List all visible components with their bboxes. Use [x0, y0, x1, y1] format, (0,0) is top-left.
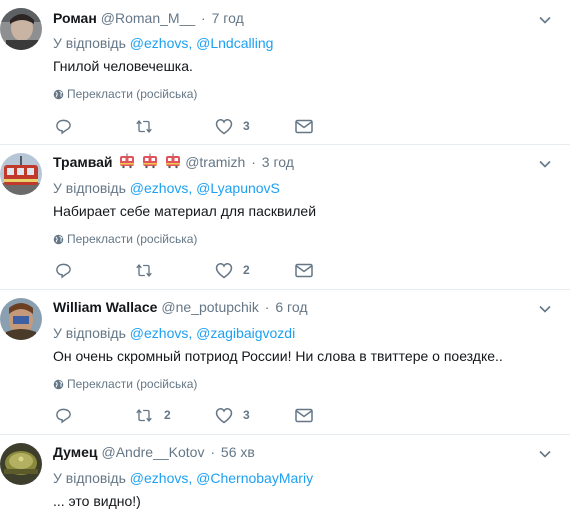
tweet-header: William Wallace @ne_potupchik · 6 год	[53, 298, 308, 316]
tweet-actions: 2 3	[53, 405, 353, 425]
globe-icon	[53, 234, 64, 245]
display-name[interactable]: William Wallace	[53, 299, 157, 315]
mention-separator: ,	[188, 325, 197, 341]
mention-link[interactable]: @LyapunovS	[196, 180, 280, 196]
tweet-text: ... это видно!)	[53, 493, 141, 509]
tweet-actions: 3	[53, 116, 353, 136]
reply-prefix: У відповідь	[53, 180, 126, 196]
timestamp[interactable]: 3 год	[262, 154, 294, 170]
mention-separator: ,	[188, 470, 197, 486]
retweet-button[interactable]	[134, 260, 164, 280]
like-count: 2	[243, 263, 250, 277]
retweet-icon	[136, 119, 152, 133]
tweet-header: Думец @Andre__Kotov · 56 хв	[53, 443, 255, 461]
separator-dot: ·	[247, 154, 260, 170]
tram-emoji-icon	[119, 153, 135, 173]
envelope-icon	[295, 119, 313, 133]
avatar[interactable]	[0, 153, 42, 195]
display-name[interactable]: Трамвай	[53, 154, 113, 170]
mention-link[interactable]: @zagibaigvozdi	[196, 325, 295, 341]
heart-icon	[215, 262, 233, 278]
reply-button[interactable]	[55, 116, 82, 136]
tweet[interactable]: Роман @Roman_M__ · 7 год У відповідь @ezh…	[0, 0, 570, 145]
heart-icon	[215, 407, 233, 423]
like-button[interactable]: 3	[215, 116, 250, 136]
retweet-button[interactable]	[134, 116, 164, 136]
translate-link[interactable]: Перекласти (російська)	[53, 232, 197, 246]
mention-link[interactable]: @ezhovs	[130, 470, 189, 486]
reply-icon	[56, 119, 71, 135]
display-name[interactable]: Роман	[53, 10, 97, 26]
timestamp[interactable]: 56 хв	[221, 444, 255, 460]
avatar[interactable]	[0, 443, 42, 485]
mention-link[interactable]: @ChernobayMariy	[196, 470, 313, 486]
mention-link[interactable]: @ezhovs	[130, 325, 189, 341]
timestamp[interactable]: 7 год	[212, 10, 244, 26]
translate-label: Перекласти (російська)	[67, 87, 198, 101]
retweet-count: 2	[164, 408, 171, 422]
mention-link[interactable]: @ezhovs	[130, 180, 189, 196]
mention-link[interactable]: @Lndcalling	[196, 35, 273, 51]
separator-dot: ·	[206, 444, 219, 460]
direct-message-button[interactable]	[295, 405, 313, 425]
reply-prefix: У відповідь	[53, 325, 126, 341]
reply-icon	[56, 263, 71, 279]
avatar[interactable]	[0, 8, 42, 50]
tweet[interactable]: Трамвай @tramizh · 3 год У відповідь @ez…	[0, 144, 570, 290]
reply-prefix: У відповідь	[53, 35, 126, 51]
reply-button[interactable]	[55, 405, 82, 425]
translate-link[interactable]: Перекласти (російська)	[53, 87, 197, 101]
tweet-header: Трамвай @tramizh · 3 год	[53, 153, 294, 173]
user-handle[interactable]: @Andre__Kotov	[102, 444, 205, 460]
tweet-text: Он очень скромный потриод России! Ни сло…	[53, 348, 503, 364]
globe-icon	[53, 379, 64, 390]
separator-dot: ·	[260, 299, 274, 315]
like-button[interactable]: 3	[215, 405, 250, 425]
tram-emoji-icon	[165, 153, 181, 173]
timestamp[interactable]: 6 год	[275, 299, 307, 315]
mention-link[interactable]: @ezhovs	[130, 35, 189, 51]
translate-label: Перекласти (російська)	[67, 377, 198, 391]
display-name[interactable]: Думец	[53, 444, 98, 460]
envelope-icon	[295, 408, 313, 422]
avatar[interactable]	[0, 298, 42, 340]
user-handle[interactable]: @tramizh	[185, 154, 245, 170]
translate-link[interactable]: Перекласти (російська)	[53, 377, 197, 391]
chevron-down-icon[interactable]	[538, 302, 552, 316]
reply-context: У відповідь @ezhovs, @LyapunovS	[53, 179, 280, 197]
like-count: 3	[243, 408, 250, 422]
globe-icon	[53, 89, 64, 100]
chevron-down-icon[interactable]	[538, 13, 552, 27]
retweet-button[interactable]: 2	[134, 405, 171, 425]
tweet-text: Гнилой человечешка.	[53, 58, 193, 74]
tram-emoji-icon	[142, 153, 158, 173]
user-handle[interactable]: @Roman_M__	[101, 10, 195, 26]
tweet-header: Роман @Roman_M__ · 7 год	[53, 9, 244, 27]
direct-message-button[interactable]	[295, 260, 313, 280]
user-handle[interactable]: @ne_potupchik	[161, 299, 259, 315]
reply-button[interactable]	[55, 260, 82, 280]
reply-context: У відповідь @ezhovs, @Lndcalling	[53, 34, 273, 52]
retweet-icon	[136, 408, 152, 422]
direct-message-button[interactable]	[295, 116, 313, 136]
reply-prefix: У відповідь	[53, 470, 126, 486]
mention-separator: ,	[188, 35, 197, 51]
tweet-actions: 2	[53, 260, 353, 280]
mention-separator: ,	[188, 180, 197, 196]
retweet-icon	[136, 263, 152, 277]
reply-icon	[56, 408, 71, 424]
reply-context: У відповідь @ezhovs, @ChernobayMariy	[53, 469, 313, 487]
like-count: 3	[243, 119, 250, 133]
chevron-down-icon[interactable]	[538, 447, 552, 461]
heart-icon	[215, 118, 233, 134]
chevron-down-icon[interactable]	[538, 157, 552, 171]
envelope-icon	[295, 263, 313, 277]
like-button[interactable]: 2	[215, 260, 250, 280]
tweet[interactable]: Думец @Andre__Kotov · 56 хв У відповідь @…	[0, 434, 570, 515]
separator-dot: ·	[197, 10, 210, 26]
tweet-text: Набирает себе материал для пасквилей	[53, 203, 317, 219]
translate-label: Перекласти (російська)	[67, 232, 198, 246]
reply-context: У відповідь @ezhovs, @zagibaigvozdi	[53, 324, 295, 342]
tweet[interactable]: William Wallace @ne_potupchik · 6 год У в…	[0, 289, 570, 435]
